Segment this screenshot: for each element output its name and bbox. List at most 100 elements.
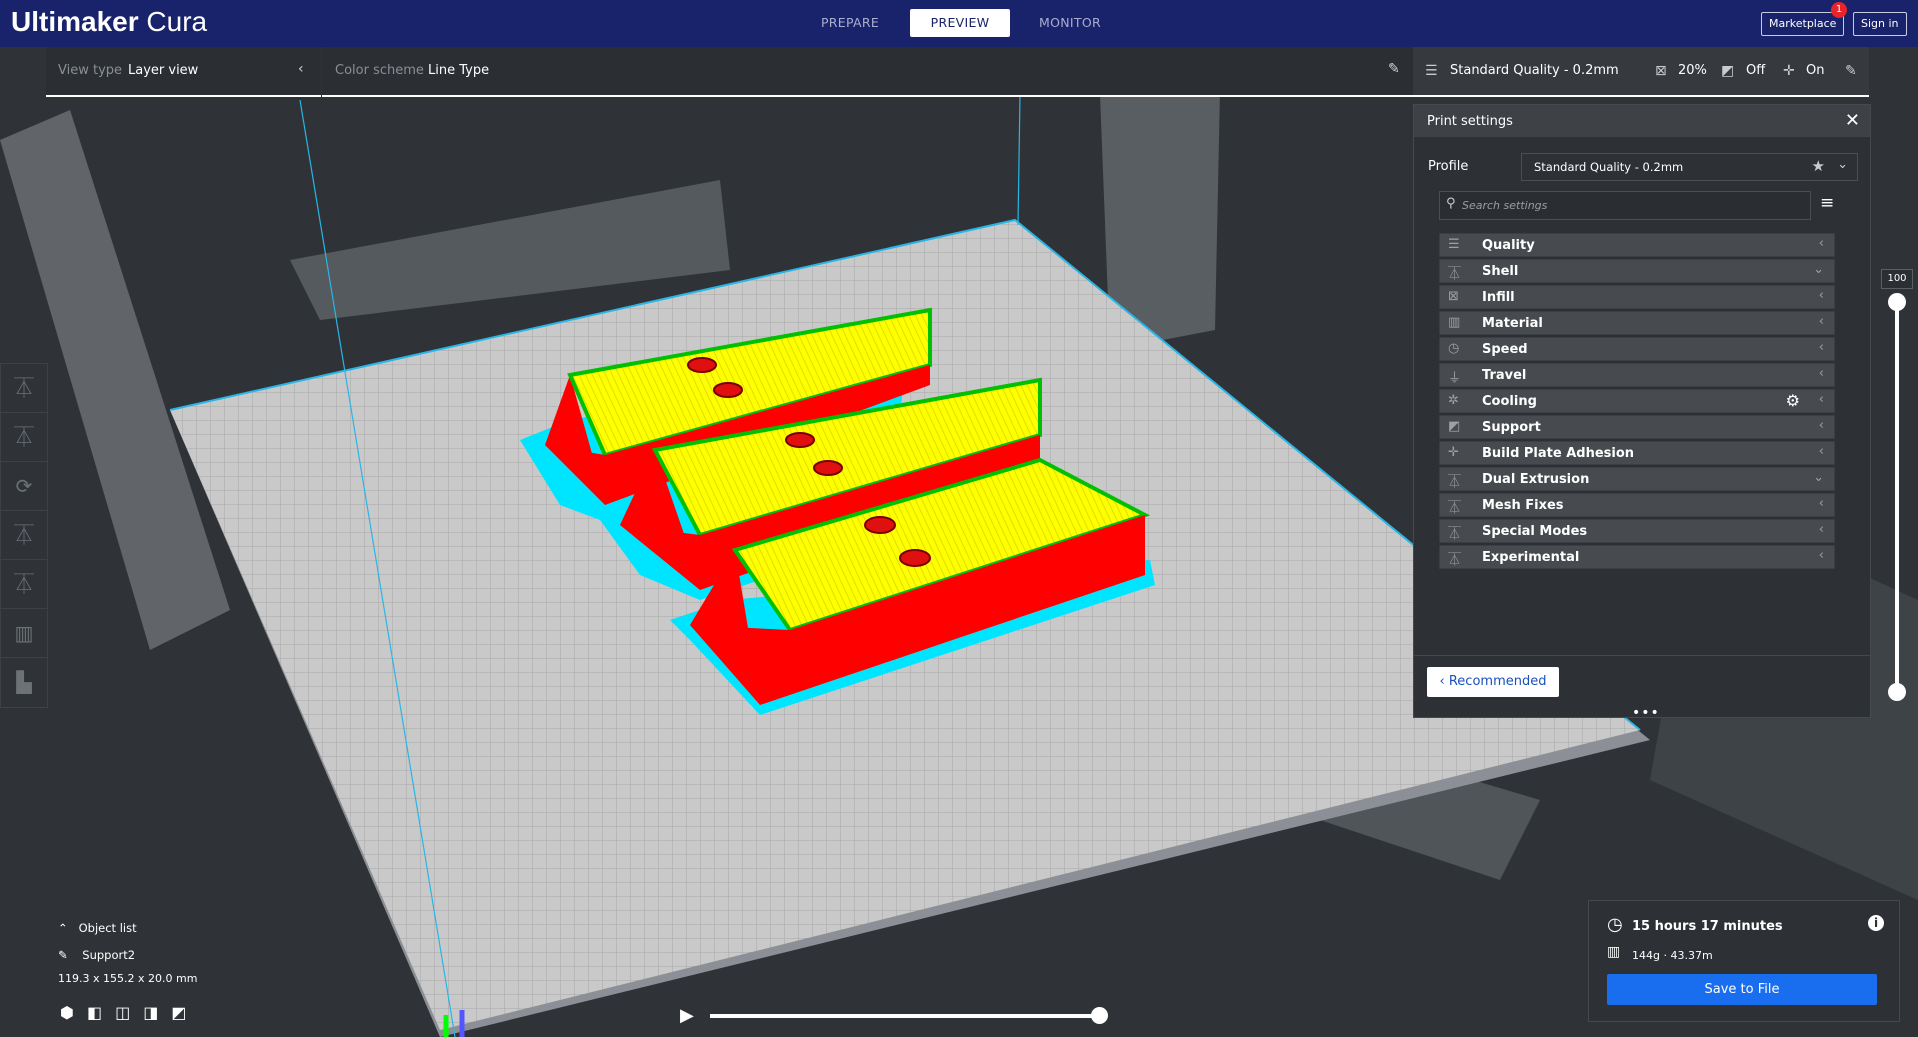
category-label: Infill bbox=[1482, 290, 1515, 305]
resize-handle-icon[interactable]: ••• bbox=[1632, 705, 1660, 721]
profile-summary: Standard Quality - 0.2mm bbox=[1450, 63, 1619, 78]
category-mesh-fixes[interactable]: ⏄ Mesh Fixes ‹ bbox=[1439, 493, 1835, 517]
header-bar: Ultimaker Cura PREPARE PREVIEW MONITOR M… bbox=[0, 0, 1918, 47]
layer-height-icon[interactable]: ▙ bbox=[1, 658, 47, 706]
mirror-tool-icon[interactable]: ⏄ bbox=[1, 511, 47, 560]
category-infill[interactable]: ⊠ Infill ‹ bbox=[1439, 285, 1835, 309]
view-type-label: View type bbox=[58, 63, 123, 78]
print-settings-panel: Print settings ✕ Profile Standard Qualit… bbox=[1413, 104, 1871, 721]
edit-pencil-icon[interactable]: ✎ bbox=[1845, 63, 1857, 79]
move-tool-icon[interactable]: ⏄ bbox=[1, 364, 47, 413]
chevron-left-icon: ‹ bbox=[1818, 340, 1824, 355]
profile-icon: ☰ bbox=[1425, 63, 1438, 79]
right-view-icon[interactable]: ◩ bbox=[171, 1003, 186, 1022]
panel-header: Print settings ✕ bbox=[1414, 105, 1870, 137]
search-placeholder: Search settings bbox=[1462, 199, 1548, 212]
layer-slider-top-handle[interactable] bbox=[1888, 293, 1906, 311]
collapse-chevron-icon[interactable]: ‹ bbox=[298, 61, 304, 77]
material-spool-icon: ▥ bbox=[1607, 944, 1621, 960]
color-scheme-label: Color scheme bbox=[335, 63, 424, 78]
tab-preview[interactable]: PREVIEW bbox=[910, 9, 1010, 37]
sign-in-button[interactable]: Sign in bbox=[1853, 12, 1907, 36]
panel-title: Print settings bbox=[1427, 114, 1513, 129]
view-type-value[interactable]: Layer view bbox=[128, 63, 198, 78]
object-dimensions: 119.3 x 155.2 x 20.0 mm bbox=[58, 972, 198, 985]
left-toolbar: ⏄ ⏄ ⟳ ⏄ ⏄ ▥ ▙ bbox=[0, 363, 48, 708]
category-shell[interactable]: ⏄ Shell ⌄ bbox=[1439, 259, 1835, 283]
recommended-button[interactable]: ‹ Recommended bbox=[1427, 667, 1559, 697]
object-list-toggle[interactable]: ⌃ Object list bbox=[58, 921, 137, 935]
category-quality[interactable]: ☰ Quality ‹ bbox=[1439, 233, 1835, 257]
adhesion-icon: ✛ bbox=[1783, 63, 1795, 79]
profile-select-value: Standard Quality - 0.2mm bbox=[1534, 160, 1684, 174]
scale-tool-icon[interactable]: ⏄ bbox=[1, 413, 47, 462]
material-estimate: 144g · 43.37m bbox=[1632, 949, 1713, 962]
edit-pencil-icon[interactable]: ✎ bbox=[1388, 61, 1400, 77]
info-icon[interactable]: i bbox=[1868, 915, 1884, 931]
support-icon: ◩ bbox=[1448, 419, 1461, 434]
panel-divider bbox=[1414, 655, 1870, 656]
mesh-fixes-icon: ⏄ bbox=[1448, 501, 1462, 516]
rotate-tool-icon[interactable]: ⟳ bbox=[1, 462, 47, 511]
category-build-plate-adhesion[interactable]: ✛ Build Plate Adhesion ‹ bbox=[1439, 441, 1835, 465]
top-view-icon[interactable]: ◫ bbox=[115, 1003, 130, 1022]
profile-select[interactable]: Standard Quality - 0.2mm ★ ⌄ bbox=[1521, 153, 1858, 181]
close-icon[interactable]: ✕ bbox=[1845, 110, 1860, 131]
layer-number-field[interactable]: 100 bbox=[1881, 269, 1913, 289]
object-list-label: Object list bbox=[78, 921, 137, 935]
shell-icon: ⏄ bbox=[1448, 267, 1462, 282]
chevron-down-icon: ⌄ bbox=[1837, 157, 1848, 172]
chevron-left-icon: ‹ bbox=[1818, 548, 1824, 563]
play-icon[interactable]: ▶ bbox=[680, 1005, 694, 1026]
support-icon: ◩ bbox=[1721, 63, 1735, 79]
category-label: Support bbox=[1482, 420, 1541, 435]
chevron-left-icon: ‹ bbox=[1818, 288, 1824, 303]
chevron-down-icon: ⌄ bbox=[1813, 262, 1824, 277]
3d-view-icon[interactable]: ⬢ bbox=[60, 1003, 74, 1022]
category-cooling[interactable]: ✲ Cooling ⚙ ‹ bbox=[1439, 389, 1835, 413]
gear-icon[interactable]: ⚙ bbox=[1786, 391, 1800, 410]
color-scheme-value[interactable]: Line Type bbox=[428, 63, 489, 78]
adhesion-summary: On bbox=[1806, 63, 1825, 78]
category-travel[interactable]: ⏚ Travel ‹ bbox=[1439, 363, 1835, 387]
category-label: Shell bbox=[1482, 264, 1519, 279]
support-blocker-icon[interactable]: ▥ bbox=[1, 609, 47, 658]
tab-monitor[interactable]: MONITOR bbox=[1020, 9, 1120, 37]
simulation-slider-track[interactable] bbox=[710, 1014, 1100, 1018]
pencil-icon: ✎ bbox=[58, 948, 68, 962]
recommended-label: Recommended bbox=[1448, 674, 1547, 689]
print-setup-bar[interactable]: ☰ Standard Quality - 0.2mm ⊠ 20% ◩ Off ✛… bbox=[1413, 47, 1869, 97]
category-dual-extrusion[interactable]: ⏄ Dual Extrusion ⌄ bbox=[1439, 467, 1835, 491]
chevron-left-icon: ‹ bbox=[1818, 496, 1824, 511]
adhesion-icon: ✛ bbox=[1448, 445, 1459, 460]
chevron-left-icon: ‹ bbox=[1818, 366, 1824, 381]
view-type-bar[interactable]: View type Layer view ‹ bbox=[46, 47, 321, 97]
settings-menu-icon[interactable]: ≡ bbox=[1820, 193, 1834, 213]
per-model-settings-icon[interactable]: ⏄ bbox=[1, 560, 47, 609]
layer-slider-track[interactable] bbox=[1895, 298, 1899, 692]
infill-icon: ⊠ bbox=[1655, 63, 1667, 79]
category-support[interactable]: ◩ Support ‹ bbox=[1439, 415, 1835, 439]
category-experimental[interactable]: ⏄ Experimental ‹ bbox=[1439, 545, 1835, 569]
layer-slider-bottom-handle[interactable] bbox=[1888, 683, 1906, 701]
object-name-row[interactable]: ✎ Support2 bbox=[58, 948, 135, 962]
category-special-modes[interactable]: ⏄ Special Modes ‹ bbox=[1439, 519, 1835, 543]
save-to-file-button[interactable]: Save to File bbox=[1607, 974, 1877, 1005]
category-label: Build Plate Adhesion bbox=[1482, 446, 1635, 461]
color-scheme-bar[interactable]: Color scheme Line Type ✎ bbox=[322, 47, 1413, 97]
category-material[interactable]: ▥ Material ‹ bbox=[1439, 311, 1835, 335]
dual-extrusion-icon: ⏄ bbox=[1448, 475, 1462, 490]
star-icon[interactable]: ★ bbox=[1812, 157, 1825, 175]
left-view-icon[interactable]: ◨ bbox=[143, 1003, 158, 1022]
category-label: Speed bbox=[1482, 342, 1528, 357]
chevron-left-icon: ‹ bbox=[1818, 392, 1824, 407]
simulation-slider-handle[interactable] bbox=[1091, 1007, 1108, 1024]
tab-prepare[interactable]: PREPARE bbox=[800, 9, 900, 37]
marketplace-button[interactable]: Marketplace bbox=[1761, 12, 1845, 36]
category-speed[interactable]: ◷ Speed ‹ bbox=[1439, 337, 1835, 361]
front-view-icon[interactable]: ◧ bbox=[87, 1003, 102, 1022]
quality-icon: ☰ bbox=[1448, 237, 1460, 252]
chevron-left-icon: ‹ bbox=[1818, 236, 1824, 251]
infill-summary: 20% bbox=[1678, 63, 1707, 78]
search-settings-input[interactable]: ⚲ Search settings bbox=[1439, 191, 1811, 220]
